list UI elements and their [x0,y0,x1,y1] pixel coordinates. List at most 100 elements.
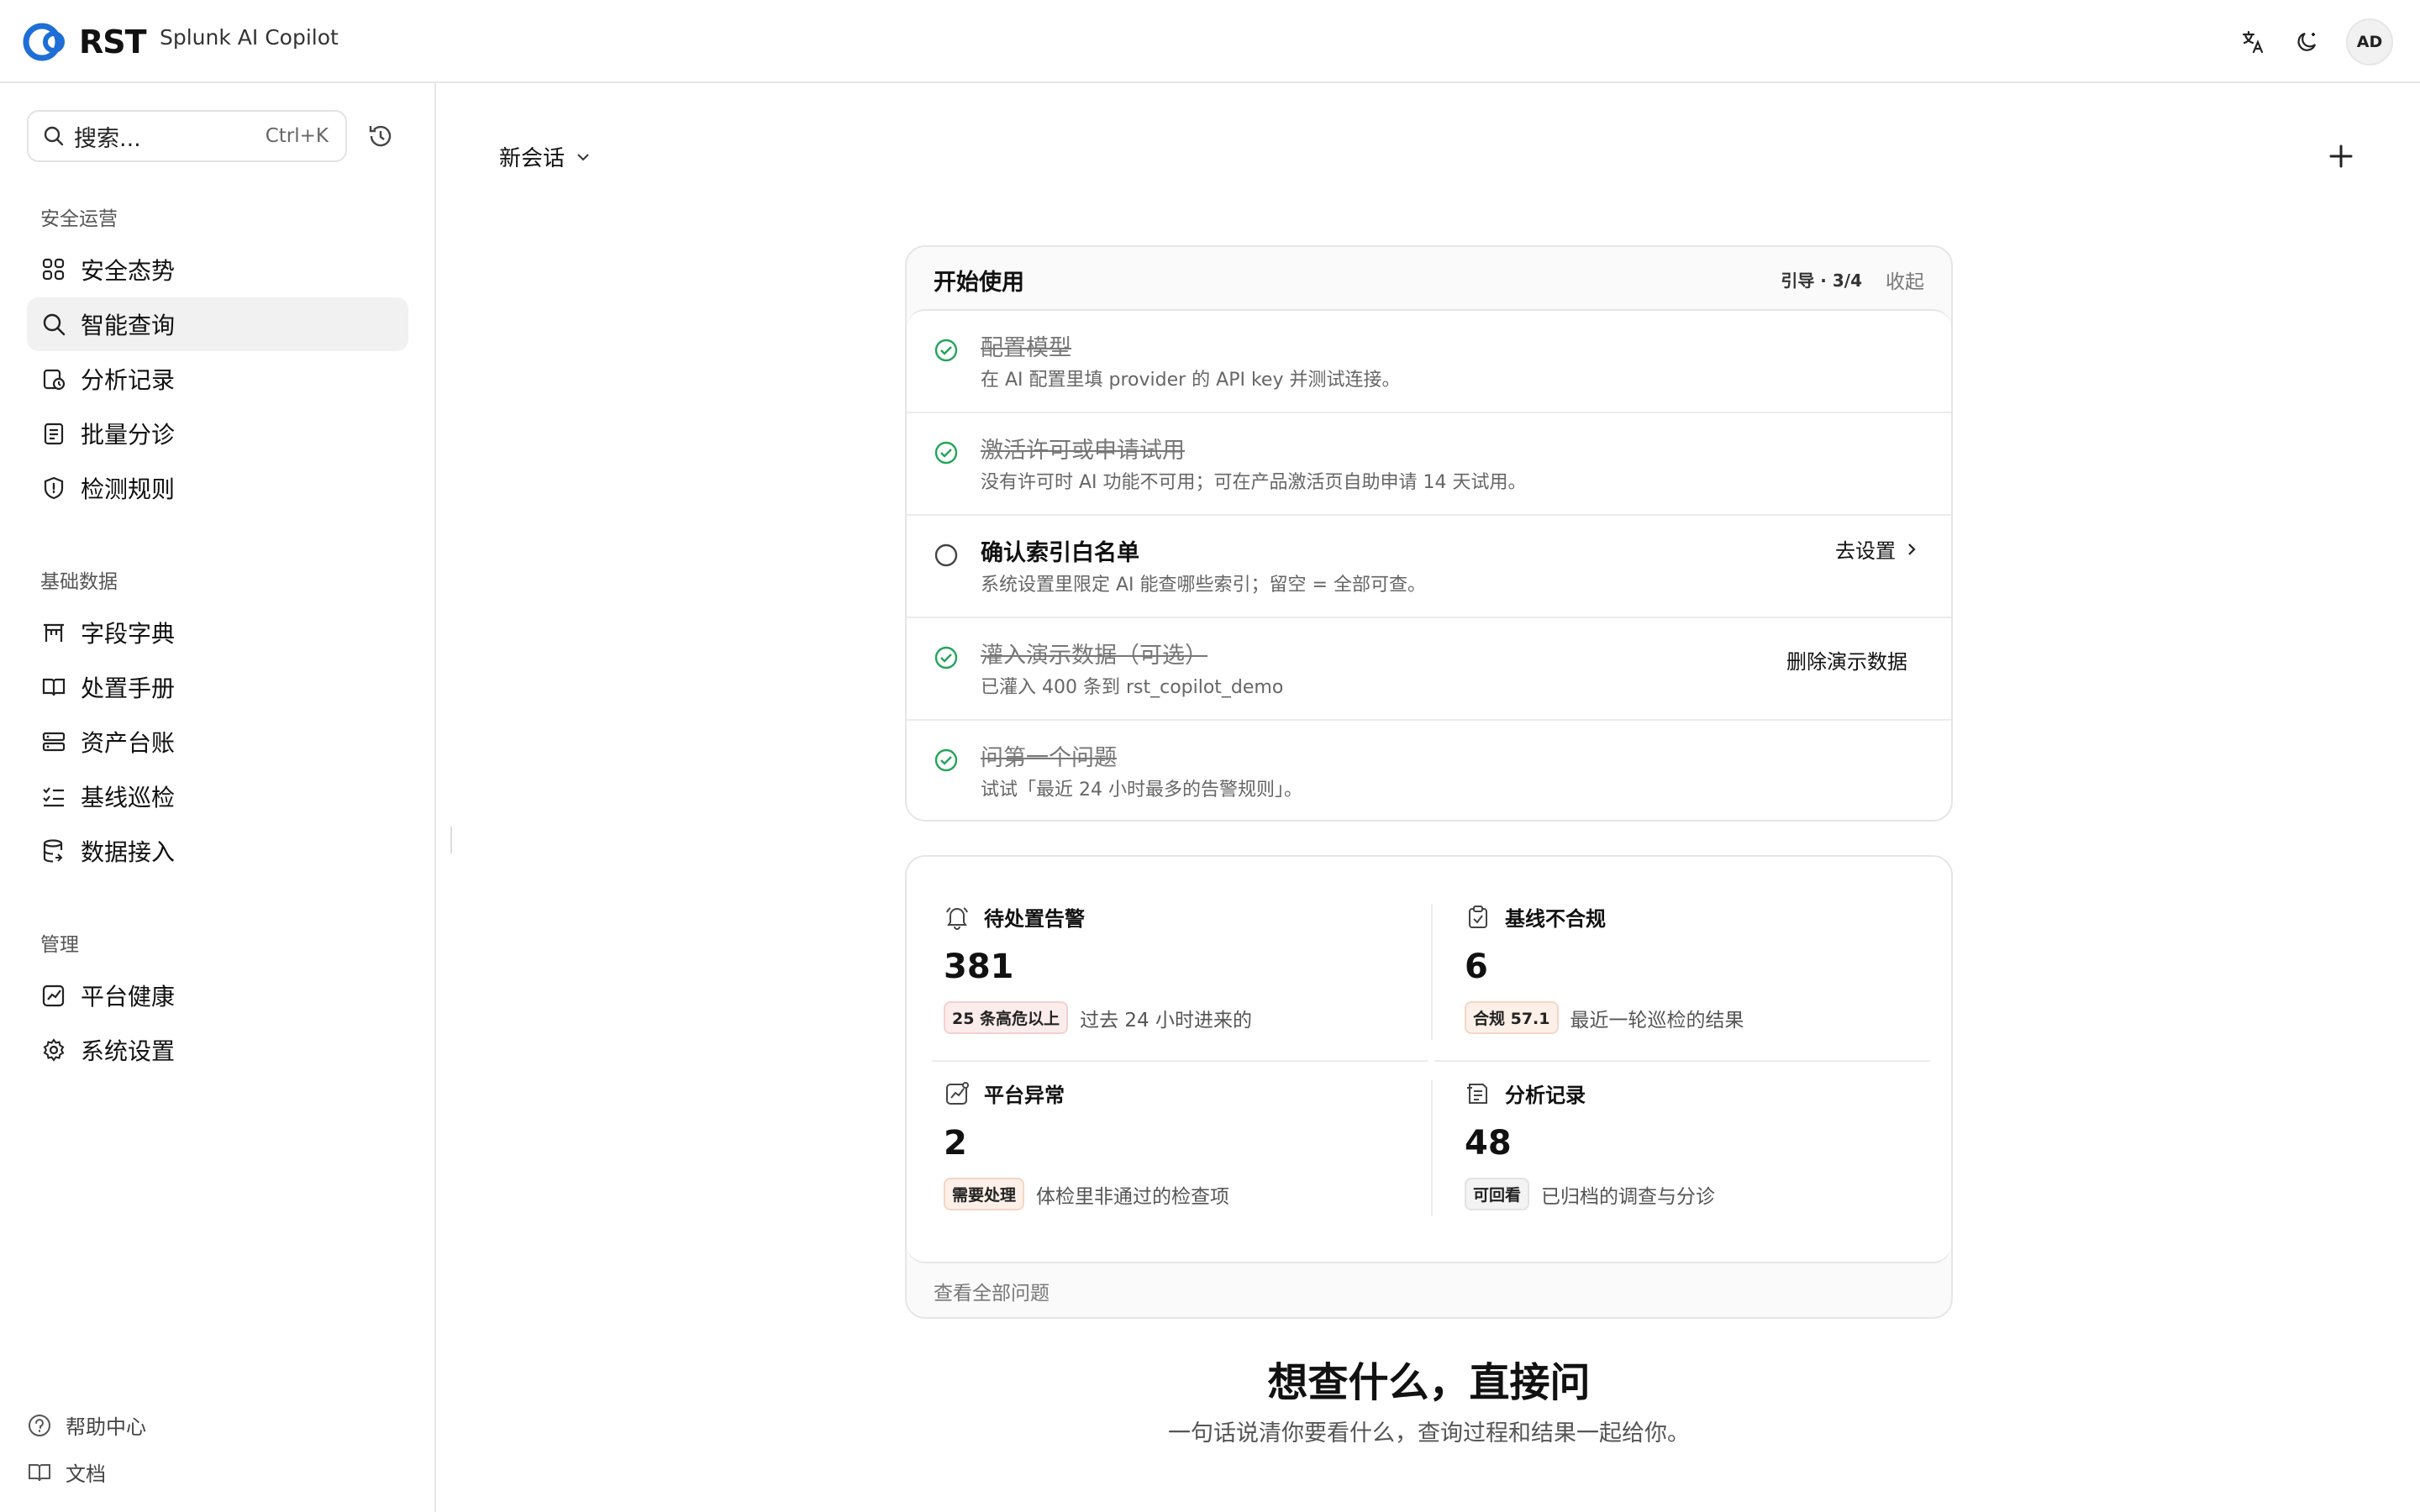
chevron-right-icon [1908,543,1916,555]
history-icon[interactable] [366,122,395,150]
sidebar-item-help-center[interactable]: 帮助中心 [27,1410,146,1440]
sidebar-item-baseline-inspection[interactable]: 基线巡检 [27,769,408,823]
guide-item-index-whitelist[interactable]: 确认索引白名单 系统设置里限定 AI 能查哪些索引；留空 = 全部可查。 去设置 [907,516,1951,618]
sidebar-item-label: 智能查询 [81,312,176,339]
stat-baseline-noncompliant[interactable]: 基线不合规 6 合规 57.1 最近一轮巡检的结果 [1428,857,1949,1034]
guide-item-title: 问第一个问题 [981,745,1117,771]
guide-item-configure-model[interactable]: 配置模型 在 AI 配置里填 provider 的 API key 并测试连接。 [907,311,1951,413]
guide-item-title: 灌入演示数据（可选） [981,643,1207,669]
theme-toggle-icon[interactable] [2292,27,2323,57]
stat-analysis-records[interactable]: 分析记录 48 可回看 已归档的调查与分诊 [1428,1033,1949,1210]
stat-name: 基线不合规 [1505,907,1606,931]
sidebar-item-platform-health[interactable]: 平台健康 [27,969,408,1022]
sidebar-item-docs[interactable]: 文档 [27,1457,106,1487]
sidebar: 搜索... Ctrl+K 安全运营 安全态势 智能查询 分析记录 批量分诊 检测… [0,83,436,1512]
sidebar-item-asset-ledger[interactable]: 资产台账 [27,715,408,769]
divider [1431,904,1433,1040]
sidebar-item-analysis-history[interactable]: 分析记录 [27,352,408,406]
guide-item-activate-license[interactable]: 激活许可或申请试用 没有许可时 AI 功能不可用；可在产品激活页自助申请 14 … [907,413,1951,516]
guide-list: 配置模型 在 AI 配置里填 provider 的 API key 并测试连接。… [907,309,1951,820]
shield-alert-icon [40,475,67,501]
getting-started-header: 开始使用 引导 · 3/4 收起 [907,247,1951,309]
sidebar-item-label: 平台健康 [81,983,176,1011]
guide-item-title: 确认索引白名单 [981,540,1139,566]
sidebar-item-field-dictionary[interactable]: 字段字典 [27,606,408,659]
bell-icon [946,906,968,930]
guide-item-demo-data[interactable]: 灌入演示数据（可选） 已灌入 400 条到 rst_copilot_demo 删… [907,618,1951,721]
sidebar-item-security-posture[interactable]: 安全态势 [27,243,408,297]
sidebar-item-label: 安全态势 [81,257,176,285]
section-title-security-ops: 安全运营 [40,208,118,230]
go-settings-button[interactable]: 去设置 [1835,534,1919,564]
logo[interactable]: RST [22,18,147,66]
collapse-button[interactable]: 收起 [1886,265,1924,294]
check-circle-icon [934,441,958,465]
sidebar-item-label: 字段字典 [81,620,176,648]
stat-platform-anomalies[interactable]: 平台异常 2 需要处理 体检里非通过的检查项 [907,1033,1428,1210]
guide-item-title: 激活许可或申请试用 [981,438,1185,464]
hero-subtitle: 一句话说清你要看什么，查询过程和结果一起给你。 [1168,1420,1690,1446]
help-icon [29,1414,50,1436]
stat-value: 381 [944,948,1014,986]
sidebar-item-system-settings[interactable]: 系统设置 [27,1023,408,1077]
docs-book-icon [29,1463,50,1481]
app-name: Splunk AI Copilot [160,25,339,50]
sidebar-item-smart-query[interactable]: 智能查询 [27,297,408,351]
sidebar-item-label: 检测规则 [81,475,176,503]
go-settings-label: 去设置 [1835,539,1896,563]
divider [1431,1080,1433,1216]
sidebar-item-label: 数据接入 [81,838,176,866]
guide-item-first-question[interactable]: 问第一个问题 试试「最近 24 小时最多的告警规则」。 [907,721,1951,820]
sidebar-item-data-ingest[interactable]: 数据接入 [27,824,408,878]
check-circle-icon [934,748,958,772]
stat-name: 待处置告警 [984,907,1085,931]
search-icon [44,126,64,146]
getting-started-title: 开始使用 [934,270,1024,296]
stat-name: 分析记录 [1505,1084,1586,1107]
getting-started-card: 开始使用 引导 · 3/4 收起 配置模型 在 AI 配置里填 provider… [905,245,1953,822]
stat-value: 6 [1465,948,1488,986]
session-selector[interactable]: 新会话 [499,141,592,172]
analysis-history-icon [40,365,67,392]
logo-mark-icon [23,23,65,61]
guide-step-indicator: 引导 · 3/4 [1781,270,1862,291]
stat-pending-alerts[interactable]: 待处置告警 381 25 条高危以上 过去 24 小时进来的 [907,857,1428,1034]
stat-badge: 可回看 [1465,1178,1530,1210]
stat-text: 过去 24 小时进来的 [1080,1009,1252,1032]
sidebar-resize-handle[interactable] [450,827,452,853]
guide-item-desc: 在 AI 配置里填 provider 的 API key 并测试连接。 [981,370,1401,391]
sidebar-item-label: 处置手册 [81,675,176,702]
check-circle-icon [934,339,958,362]
stat-text: 已归档的调查与分诊 [1541,1185,1716,1208]
section-title-admin: 管理 [40,934,79,956]
trend-alert-icon [946,1081,969,1105]
guide-item-desc: 已灌入 400 条到 rst_copilot_demo [981,677,1284,698]
avatar[interactable]: AD [2346,18,2393,66]
sidebar-item-label: 系统设置 [81,1037,176,1065]
stat-badge: 合规 57.1 [1465,1001,1559,1034]
sidebar-item-detection-rules[interactable]: 检测规则 [27,461,408,515]
sidebar-item-batch-triage[interactable]: 批量分诊 [27,407,408,460]
translate-icon[interactable] [2238,27,2269,57]
database-icon [40,837,67,864]
delete-demo-data-button[interactable]: 删除演示数据 [1786,645,1907,675]
sidebar-item-label: 分析记录 [81,366,176,394]
search-shortcut: Ctrl+K [265,125,329,147]
search-input[interactable]: 搜索... Ctrl+K [27,110,347,162]
new-session-button[interactable] [2326,141,2356,171]
book-icon [40,674,67,701]
guide-item-desc: 系统设置里限定 AI 能查哪些索引；留空 = 全部可查。 [981,575,1426,596]
batch-triage-icon [40,420,67,447]
top-bar: RST Splunk AI Copilot AD [0,0,2420,83]
health-chart-icon [40,982,67,1009]
check-circle-icon [934,646,958,669]
sidebar-item-playbook[interactable]: 处置手册 [27,660,408,714]
stat-badge: 25 条高危以上 [944,1001,1069,1034]
sidebar-item-label: 资产台账 [81,729,176,757]
search-icon [40,311,67,338]
view-all-issues-link[interactable]: 查看全部问题 [934,1277,1050,1305]
dashboard-grid-icon [40,256,67,283]
search-placeholder: 搜索... [74,125,141,152]
field-dictionary-icon [40,619,67,646]
sidebar-item-label: 帮助中心 [66,1415,146,1439]
